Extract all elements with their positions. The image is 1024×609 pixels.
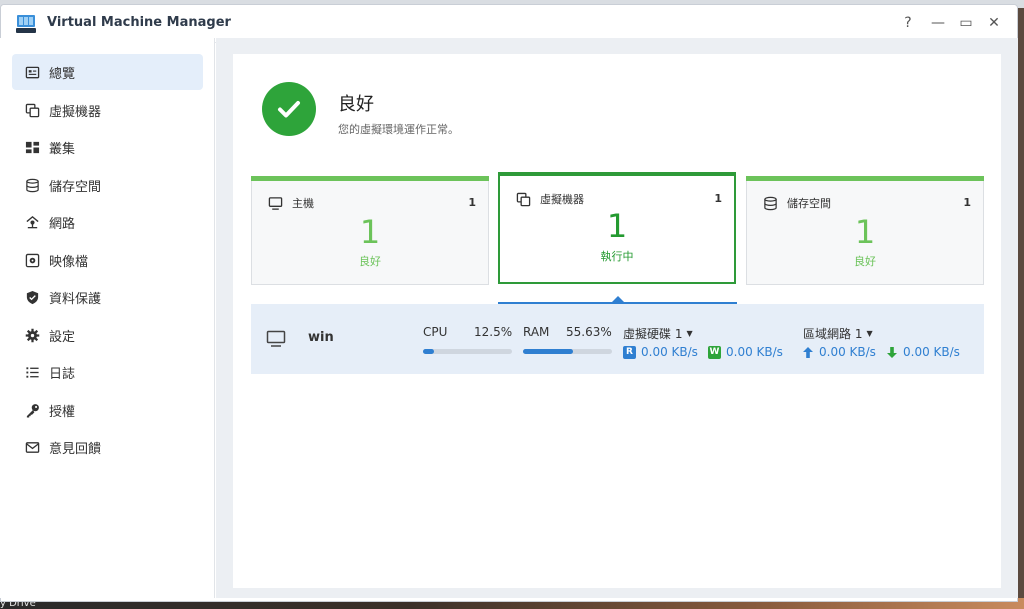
storage-icon [764,196,777,210]
caret-down-icon: ▼ [686,329,693,338]
sidebar-item-license[interactable]: 授權 [12,392,203,428]
cpu-label: CPU [423,325,448,339]
card-header: 儲存空間 [763,195,831,211]
sidebar-item-label: 虛擬機器 [49,104,102,120]
card-header: 主機 [268,195,314,211]
cpu-bar [423,349,512,354]
sidebar-item-cluster[interactable]: 叢集 [12,129,203,165]
status-ok-icon [262,82,316,136]
sidebar-item-overview[interactable]: 總覽 [12,54,203,90]
sidebar-item-label: 叢集 [49,141,76,157]
card-label: 主機 [292,197,314,210]
sidebar-item-label: 總覽 [49,66,76,82]
monitor-icon [266,330,286,347]
sidebar-item-label: 資料保護 [49,291,102,307]
ram-bar [523,349,612,354]
card-status-bar [498,172,736,176]
vmm-app-icon [16,15,36,33]
sidebar-item-log[interactable]: 日誌 [12,354,203,390]
card-header: 虛擬機器 [516,191,584,207]
sidebar-item-storage[interactable]: 儲存空間 [12,167,203,203]
disk-read: R 0.00 KB/s [623,345,698,359]
disk-write: W 0.00 KB/s [708,345,783,359]
mail-icon [24,439,40,455]
network-icon [24,214,40,230]
sidebar-item-label: 網路 [49,216,76,232]
vm-copy-icon [516,192,531,206]
arrow-down-icon [887,346,897,358]
card-state: 良好 [359,255,381,268]
disk-label: 虛擬硬碟 1 [623,327,683,341]
sidebar-item-label: 授權 [49,404,76,420]
sidebar-item-image[interactable]: 映像檔 [12,242,203,278]
card-state: 良好 [854,255,876,268]
checkmark-icon [278,101,300,118]
card-count: 1 [963,196,971,209]
read-badge: R [623,345,636,359]
sidebar-item-label: 意見回饋 [49,441,102,457]
gear-icon [24,327,40,343]
status-description: 您的虛擬環境運作正常。 [338,123,459,136]
card-status-bar [251,176,489,181]
card-number: 1 [359,213,381,251]
sidebar-item-network[interactable]: 網路 [12,204,203,240]
vm-copy-icon [24,102,40,118]
sidebar-item-label: 設定 [49,329,76,345]
card-hosts[interactable]: 主機 1 1 良好 [251,176,489,285]
sidebar-item-settings[interactable]: 設定 [12,317,203,353]
sidebar: 總覽 虛擬機器 叢集 儲存空間 網路 映像檔 資料保護 設定 日誌 授權 意見回… [0,38,215,598]
card-number: 1 [854,213,876,251]
disk-write-value: 0.00 KB/s [726,345,783,359]
app-title: Virtual Machine Manager [47,15,231,30]
image-disc-icon [24,252,40,268]
cpu-bar-fill [423,349,434,354]
cpu-value: 12.5% [474,325,513,339]
network-dropdown[interactable]: 區域網路 1 ▼ [803,325,873,342]
disk-read-value: 0.00 KB/s [641,345,698,359]
sidebar-item-label: 日誌 [49,366,76,382]
sidebar-item-label: 映像檔 [49,254,89,270]
card-storage[interactable]: 儲存空間 1 1 良好 [746,176,984,285]
network-label: 區域網路 1 [803,327,863,341]
net-download-value: 0.00 KB/s [903,345,960,359]
vm-name[interactable]: win [308,330,334,345]
shield-icon [24,289,40,305]
close-button[interactable]: ✕ [984,13,1004,33]
help-button[interactable]: ? [898,13,918,33]
status-title: 良好 [338,94,374,115]
log-list-icon [24,364,40,380]
card-vms[interactable]: 虛擬機器 1 1 執行中 [498,172,736,284]
card-state: 執行中 [600,250,634,263]
sidebar-item-label: 儲存空間 [49,179,102,195]
key-icon [24,402,40,418]
monitor-icon [268,196,283,210]
write-badge: W [708,345,721,359]
net-upload-value: 0.00 KB/s [819,345,876,359]
minimize-button[interactable]: — [928,13,948,33]
sidebar-item-feedback[interactable]: 意見回饋 [12,429,203,465]
ram-bar-fill [523,349,573,354]
card-status-bar [746,176,984,181]
storage-icon [24,177,40,193]
overview-icon [24,64,40,80]
disk-dropdown[interactable]: 虛擬硬碟 1 ▼ [623,325,693,342]
maximize-button[interactable]: ▭ [956,13,976,33]
card-label: 儲存空間 [787,197,831,210]
sidebar-item-vms[interactable]: 虛擬機器 [12,92,203,128]
net-download: 0.00 KB/s [887,345,960,359]
card-count: 1 [714,192,722,205]
net-upload: 0.00 KB/s [803,345,876,359]
ram-value: 55.63% [566,325,612,339]
sidebar-item-protection[interactable]: 資料保護 [12,279,203,315]
card-label: 虛擬機器 [540,193,584,206]
card-number: 1 [606,207,628,245]
vm-row[interactable] [251,304,984,374]
arrow-up-icon [803,346,813,358]
cluster-icon [24,139,40,155]
caret-down-icon: ▼ [866,329,873,338]
card-count: 1 [468,196,476,209]
ram-label: RAM [523,325,550,339]
